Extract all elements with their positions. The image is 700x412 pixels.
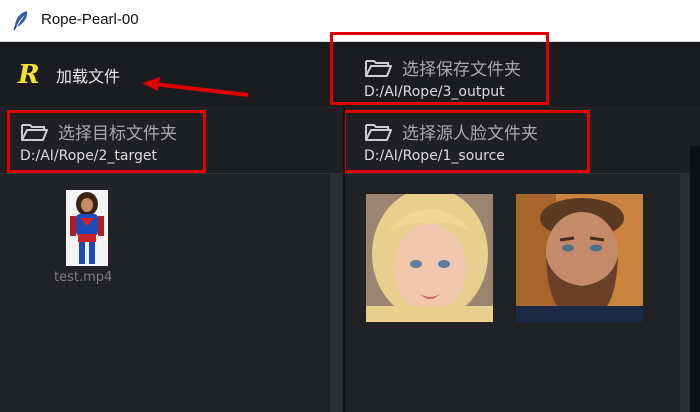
blonde-woman-face-image — [366, 194, 493, 322]
annotation-arrow — [142, 77, 249, 97]
toolbar: R 加载文件 选择保存文件夹 D:/AI/Rope/3_output — [0, 32, 700, 106]
target-file-list: test.mp4 — [0, 174, 330, 412]
target-thumbnail[interactable] — [66, 190, 108, 266]
window-title: Rope-Pearl-00 — [41, 11, 139, 28]
bearded-man-face-image — [516, 194, 643, 322]
app-body: R 加载文件 选择保存文件夹 D:/AI/Rope/3_output 选择目标文… — [0, 32, 700, 412]
source-scrollbar[interactable] — [680, 174, 690, 412]
annotation-box-source — [343, 110, 590, 173]
load-files-label: 加载文件 — [56, 67, 121, 86]
preview-panel-edge — [690, 146, 700, 412]
target-file-name: test.mp4 — [54, 270, 113, 285]
source-face-thumbnail-2[interactable] — [516, 194, 643, 322]
source-face-list — [346, 174, 680, 412]
annotation-box-target — [7, 110, 206, 173]
annotation-box-output — [330, 32, 549, 105]
source-face-thumbnail-1[interactable] — [366, 194, 493, 322]
video-thumbnail-image — [66, 190, 108, 266]
load-files-button[interactable]: R 加载文件 — [18, 60, 120, 90]
feather-icon — [13, 11, 28, 31]
panel-separator — [343, 106, 345, 412]
target-scrollbar[interactable] — [330, 174, 342, 412]
rope-logo-icon: R — [18, 60, 40, 90]
